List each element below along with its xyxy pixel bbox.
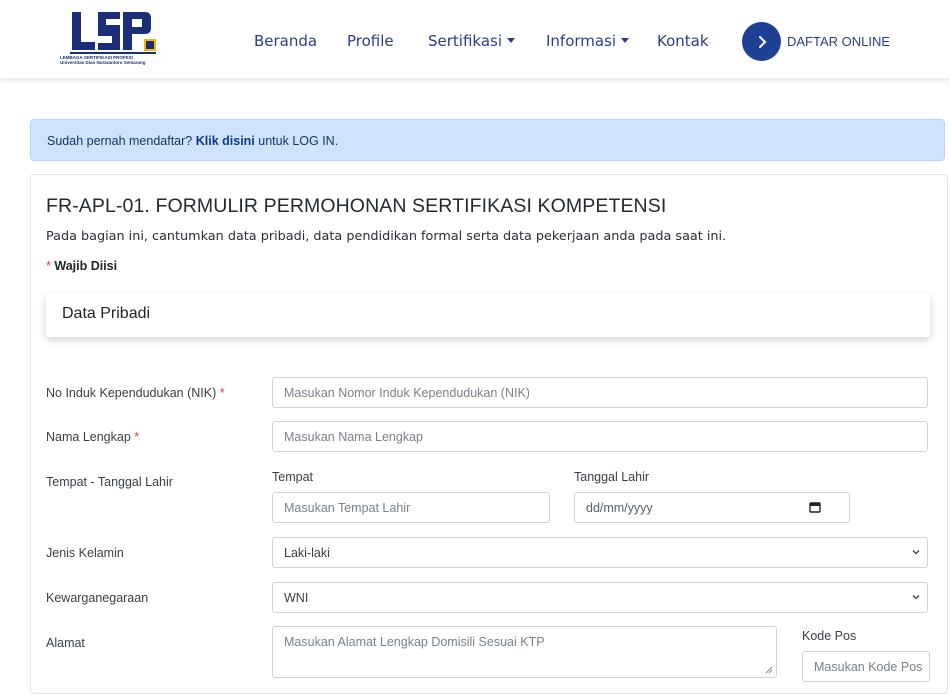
resize-handle-icon[interactable] — [765, 666, 773, 674]
top-navbar: LEMBAGA SERTIFIKASI PROFESI Universitas … — [0, 0, 950, 78]
ttl-label: Tempat - Tanggal Lahir — [46, 475, 173, 489]
required-star: * — [219, 386, 225, 400]
chevron-down-icon — [912, 595, 920, 600]
kode-pos-input[interactable]: Masukan Kode Pos — [802, 651, 930, 682]
nav-informasi[interactable]: Informasi — [546, 32, 630, 50]
caret-down-icon — [507, 38, 516, 43]
chevron-right-icon — [758, 35, 766, 48]
nama-label: Nama Lengkap * — [46, 430, 139, 444]
nav-profile[interactable]: Profile — [347, 32, 394, 50]
date-placeholder: dd/mm/yyyy — [586, 501, 653, 515]
jenis-kelamin-select[interactable]: Laki-laki — [272, 537, 928, 568]
section-title: Data Pribadi — [62, 305, 151, 322]
section-header: Data Pribadi — [46, 293, 930, 337]
alert-prefix: Sudah pernah mendaftar? — [47, 134, 193, 148]
alamat-label: Alamat — [46, 636, 85, 650]
alert-suffix: untuk LOG IN. — [258, 134, 339, 148]
tanggal-lahir-input[interactable]: dd/mm/yyyy — [574, 492, 850, 523]
jenis-kelamin-value: Laki-laki — [284, 546, 330, 560]
nik-label-text: No Induk Kependudukan (NIK) — [46, 386, 217, 400]
nav-beranda[interactable]: Beranda — [254, 32, 317, 50]
tempat-lahir-input[interactable]: Masukan Tempat Lahir — [272, 492, 550, 523]
kewarganegaraan-value: WNI — [284, 591, 309, 605]
kewarganegaraan-label: Kewarganegaraan — [46, 591, 149, 605]
calendar-icon[interactable] — [809, 501, 821, 513]
kewarganegaraan-select[interactable]: WNI — [272, 582, 928, 613]
daftar-online-button[interactable] — [742, 22, 781, 61]
kode-pos-label: Kode Pos — [802, 629, 857, 643]
logo-line-2: Universitas Dian Nuswantoro Semarang — [60, 60, 146, 65]
tanggal-lahir-label: Tanggal Lahir — [574, 470, 650, 484]
logo-caption: LEMBAGA SERTIFIKASI PROFESI Universitas … — [60, 55, 160, 65]
login-link[interactable]: Klik disini — [196, 134, 255, 148]
required-star: * — [134, 430, 140, 444]
nav-profile-label: Profile — [347, 32, 394, 50]
required-note: * Wajib Diisi — [46, 259, 117, 273]
nama-input[interactable]: Masukan Nama Lengkap — [272, 421, 928, 452]
nav-kontak[interactable]: Kontak — [657, 32, 709, 50]
chevron-down-icon — [912, 550, 920, 555]
alamat-textarea[interactable]: Masukan Alamat Lengkap Domisili Sesuai K… — [272, 626, 777, 678]
jenis-kelamin-label: Jenis Kelamin — [46, 546, 124, 560]
nik-input[interactable]: Masukan Nomor Induk Kependudukan (NIK) — [272, 377, 928, 408]
nama-label-text: Nama Lengkap — [46, 430, 131, 444]
tempat-label: Tempat — [272, 470, 313, 484]
nav-sertifikasi[interactable]: Sertifikasi — [428, 32, 516, 50]
nav-sertifikasi-label: Sertifikasi — [428, 32, 503, 50]
nav-beranda-label: Beranda — [254, 32, 318, 50]
form-description: Pada bagian ini, cantumkan data pribadi,… — [46, 229, 727, 244]
form-title: FR-APL-01. FORMULIR PERMOHONAN SERTIFIKA… — [46, 195, 667, 217]
nav-informasi-label: Informasi — [546, 32, 617, 50]
nik-label: No Induk Kependudukan (NIK) * — [46, 386, 225, 400]
alamat-placeholder: Masukan Alamat Lengkap Domisili Sesuai K… — [284, 635, 545, 649]
required-label: Wajib Diisi — [54, 259, 118, 273]
required-star: * — [46, 259, 51, 273]
daftar-online-link[interactable]: DAFTAR ONLINE — [787, 34, 890, 49]
caret-down-icon — [621, 38, 630, 43]
nav-kontak-label: Kontak — [657, 32, 709, 50]
login-alert: Sudah pernah mendaftar? Klik disini untu… — [30, 119, 945, 161]
